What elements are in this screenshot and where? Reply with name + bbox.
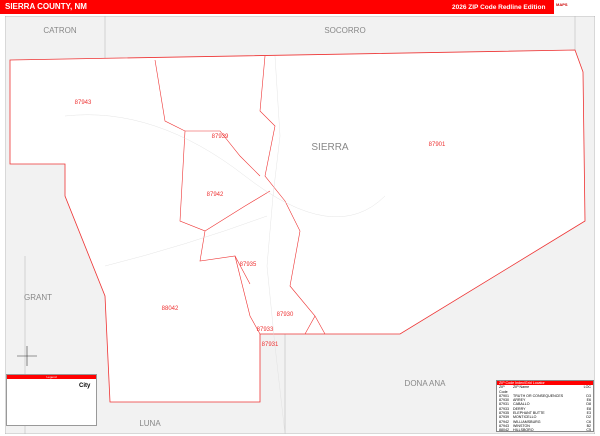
zip-index-table: ZIP Code Index/Grid Locator ZIP Code ZIP … [496, 380, 594, 432]
legend-title: Legend [7, 375, 96, 379]
legend-city: City [79, 383, 91, 389]
county-label: DONA ANA [405, 379, 447, 388]
map-title: SIERRA COUNTY, NM [5, 2, 87, 11]
zip-table-header: ZIP Code ZIP Name LOC [499, 385, 591, 394]
table-row: 88042 HILLSBORO C5 [499, 428, 591, 433]
edition-label: 2026 ZIP Code Redline Edition [452, 4, 546, 11]
county-label: CATRON [43, 26, 76, 35]
map-legend: Legend City [6, 374, 97, 426]
county-label: GRANT [24, 293, 52, 302]
county-label-main: SIERRA [311, 142, 349, 153]
map-canvas[interactable]: CATRON SOCORRO GRANT LUNA DONA ANA SIERR… [5, 16, 595, 434]
zip-label: 87939 [212, 134, 229, 140]
zip-label: 87942 [207, 192, 224, 198]
header-bar: SIERRA COUNTY, NM 2026 ZIP Code Redline … [0, 0, 600, 14]
county-label: LUNA [139, 419, 161, 428]
publisher-logo: MAPS [554, 0, 600, 14]
zip-label: 87931 [262, 342, 279, 348]
zip-label: 87930 [277, 312, 294, 318]
zip-label: 88042 [162, 306, 179, 312]
zip-label: 87901 [429, 142, 446, 148]
county-label: SOCORRO [324, 26, 365, 35]
zip-label: 87933 [257, 327, 274, 333]
zip-label: 87935 [240, 262, 257, 268]
zip-label: 87943 [75, 100, 92, 106]
